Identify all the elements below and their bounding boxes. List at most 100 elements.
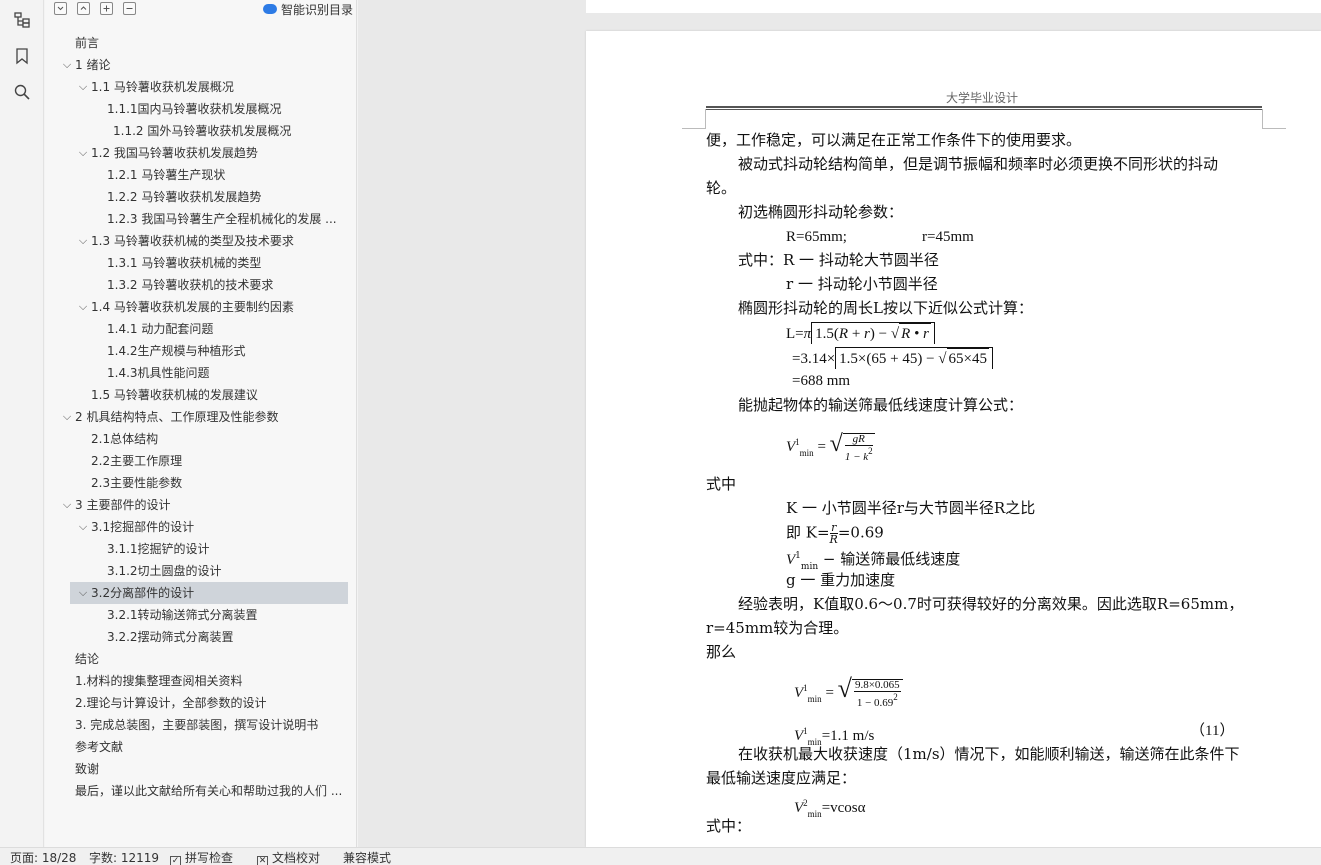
outline-item[interactable]: 1.3 马铃薯收获机械的类型及技术要求 — [45, 230, 357, 252]
cloud-icon — [262, 4, 277, 14]
outline-item[interactable]: 最后，谨以此文献给所有关心和帮助过我的人们 ... — [45, 780, 357, 802]
outline-item-label: 1.4.3机具性能问题 — [107, 366, 210, 380]
chevron-down-icon[interactable] — [61, 54, 73, 76]
header-rule — [706, 106, 1262, 108]
outline-item[interactable]: 1.2.1 马铃薯生产现状 — [45, 164, 357, 186]
formula-sqrt: 65×45 — [946, 348, 989, 369]
outline-item[interactable]: 3.1.2切土圆盘的设计 — [45, 560, 357, 582]
paragraph-line: 在收获机最大收获速度（1m/s）情况下，如能顺利输送，输送筛在此条件下 — [738, 745, 1240, 763]
outline-item[interactable]: 致谢 — [45, 758, 357, 780]
formula-pi: π — [803, 326, 812, 342]
search-icon[interactable] — [11, 81, 33, 103]
document-canvas[interactable]: 大学毕业设计 便，工作稳定，可以满足在正常工作条件下的使用要求。 被动式抖动轮结… — [358, 0, 1321, 847]
formula-sqrt: R • r — [899, 323, 931, 344]
word-count[interactable]: 字数: 12119 — [89, 850, 159, 865]
formula-sub: min — [807, 694, 822, 704]
chevron-down-icon[interactable] — [77, 296, 89, 318]
outline-item[interactable]: 2.理论与计算设计，全部参数的设计 — [45, 692, 357, 714]
chevron-down-icon[interactable] — [77, 142, 89, 164]
remove-heading-button[interactable] — [123, 2, 136, 15]
outline-item[interactable]: 1.1.1国内马铃薯收获机发展概况 — [45, 98, 357, 120]
outline-item-label: 1.5 马铃薯收获机械的发展建议 — [91, 388, 258, 402]
outline-item[interactable]: 1.1 马铃薯收获机发展概况 — [45, 76, 357, 98]
outline-item[interactable]: 1.1.2 国外马铃薯收获机发展概况 — [45, 120, 357, 142]
outline-item[interactable]: 3.1.1挖掘铲的设计 — [45, 538, 357, 560]
outline-item-label: 1.3.2 马铃薯收获机的技术要求 — [107, 278, 274, 292]
collapse-all-button[interactable] — [54, 2, 67, 15]
outline-item-label: 2 机具结构特点、工作原理及性能参数 — [75, 410, 279, 424]
outline-item[interactable]: 3.2.1转动输送筛式分离装置 — [45, 604, 357, 626]
expand-all-button[interactable] — [100, 2, 113, 15]
outline-item[interactable]: 1 绪论 — [45, 54, 357, 76]
outline-item[interactable]: 2 机具结构特点、工作原理及性能参数 — [45, 406, 357, 428]
outline-item[interactable]: 3.2.2摆动筛式分离装置 — [45, 626, 357, 648]
outline-item[interactable]: 2.3主要性能参数 — [45, 472, 357, 494]
document-proof-toggle[interactable]: ✕ 文档校对 — [257, 850, 320, 865]
chevron-down-icon[interactable] — [77, 230, 89, 252]
expand-up-button[interactable] — [77, 2, 90, 15]
outline-item[interactable]: 1.4.2生产规模与种植形式 — [45, 340, 357, 362]
formula-sub: min — [799, 448, 814, 458]
formula-den-text: 1 − 0.69 — [856, 696, 894, 709]
compat-mode: 兼容模式 — [343, 851, 392, 865]
previous-page-bottom — [586, 0, 1321, 13]
chevron-down-icon[interactable] — [77, 76, 89, 98]
formula-V: V — [794, 728, 804, 744]
outline-tree-icon[interactable] — [11, 9, 33, 31]
formula-den-sup: 2 — [868, 445, 873, 456]
outline-toolbar: 智能识别目录 — [45, 0, 357, 18]
outline-item[interactable]: 1.2.2 马铃薯收获机发展趋势 — [45, 186, 357, 208]
outline-item[interactable]: 2.2主要工作原理 — [45, 450, 357, 472]
outline-item[interactable]: 3 主要部件的设计 — [45, 494, 357, 516]
formula-eq: = — [817, 439, 826, 455]
outline-item[interactable]: 1.5 马铃薯收获机械的发展建议 — [45, 384, 357, 406]
outline-item[interactable]: 1.4.3机具性能问题 — [45, 362, 357, 384]
margin-corner-right — [1262, 109, 1286, 129]
outline-item[interactable]: 1.3.1 马铃薯收获机械的类型 — [45, 252, 357, 274]
formula-term: 1.5×(65 + 45) − — [839, 351, 939, 367]
formula-den-sup: 2 — [893, 691, 898, 702]
outline-item[interactable]: 前言 — [45, 32, 357, 54]
outline-item[interactable]: 结论 — [45, 648, 357, 670]
paragraph-line: r=45mm较为合理。 — [706, 619, 849, 637]
chevron-down-icon[interactable] — [61, 406, 73, 428]
document-page[interactable]: 大学毕业设计 便，工作稳定，可以满足在正常工作条件下的使用要求。 被动式抖动轮结… — [586, 31, 1321, 847]
outline-item[interactable]: 3. 完成总装图，主要部装图，撰写设计说明书 — [45, 714, 357, 736]
outline-item[interactable]: 3.1挖掘部件的设计 — [45, 516, 357, 538]
formula-den-text: 1 − k — [844, 450, 869, 463]
outline-item-label: 1.材料的搜集整理查阅相关资料 — [75, 674, 243, 688]
outline-item-label: 2.理论与计算设计，全部参数的设计 — [75, 696, 267, 710]
chevron-down-icon[interactable] — [61, 494, 73, 516]
spell-check-toggle[interactable]: ✓ 拼写检查 — [170, 850, 233, 865]
outline-item[interactable]: 1.2.3 我国马铃薯生产全程机械化的发展 ... — [45, 208, 357, 230]
outline-item[interactable]: 1.4 马铃薯收获机发展的主要制约因素 — [45, 296, 357, 318]
paragraph-line: 椭圆形抖动轮的周长L按以下近似公式计算： — [738, 299, 1033, 317]
paragraph-line: K 一 小节圆半径r与大节圆半径R之比 — [786, 499, 1036, 517]
paragraph-line: g 一 重力加速度 — [786, 571, 896, 589]
chevron-down-icon[interactable] — [77, 516, 89, 538]
formula-V: V — [786, 439, 796, 455]
outline-item[interactable]: 3.2分离部件的设计 — [70, 582, 348, 604]
document-proof-label: 文档校对 — [272, 851, 321, 865]
outline-item[interactable]: 参考文献 — [45, 736, 357, 758]
outline-item-label: 2.2主要工作原理 — [91, 454, 183, 468]
outline-item[interactable]: 1.4.1 动力配套问题 — [45, 318, 357, 340]
word-processor-window: 智能识别目录 前言 1 绪论 1.1 马铃薯收获机发展概况 1.1.1国内马铃薯收获机… — [0, 0, 1321, 865]
outline-item[interactable]: 1.2 我国马铃薯收获机发展趋势 — [45, 142, 357, 164]
page-indicator[interactable]: 页面: 18/28 — [10, 850, 76, 865]
outline-item[interactable]: 2.1总体结构 — [45, 428, 357, 450]
paragraph-line: 能抛起物体的输送筛最低线速度计算公式： — [738, 396, 1024, 414]
check-icon: ✓ — [170, 856, 181, 865]
formula-perimeter: L=π 1.5(R + r) − √ R • r — [786, 322, 935, 344]
formula-sup: 2 — [803, 798, 808, 808]
bookmark-icon[interactable] — [11, 45, 33, 67]
chevron-down-icon[interactable] — [77, 582, 89, 604]
smart-toc-button[interactable]: 智能识别目录 — [262, 0, 353, 18]
header-rule-thin — [706, 109, 1262, 110]
outline-item[interactable]: 1.3.2 马铃薯收获机的技术要求 — [45, 274, 357, 296]
outline-item[interactable]: 1.材料的搜集整理查阅相关资料 — [45, 670, 357, 692]
outline-item-label: 3.2.2摆动筛式分离装置 — [107, 630, 234, 644]
formula-minus: ) − — [869, 326, 891, 342]
paragraph-line: 式中： — [706, 817, 752, 835]
outline-item-label: 前言 — [75, 36, 100, 50]
